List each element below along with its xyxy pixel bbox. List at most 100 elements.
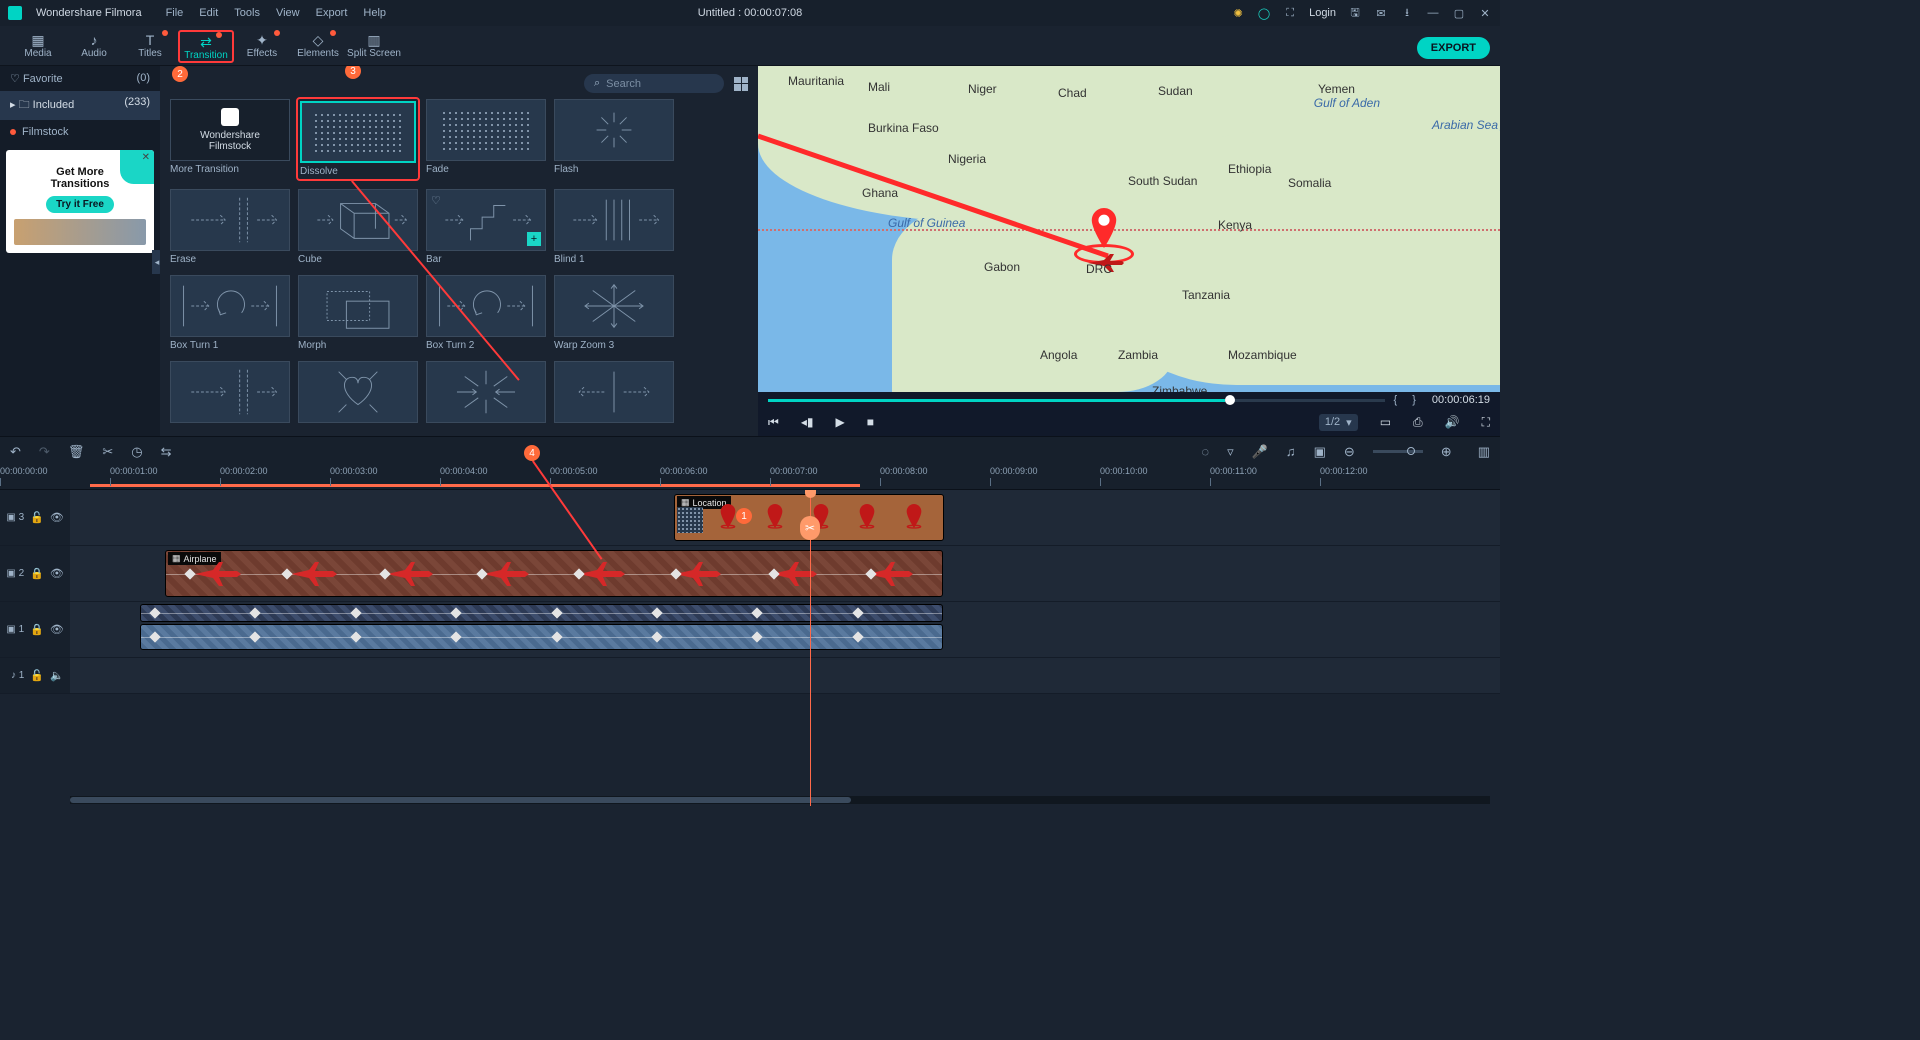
speaker-icon[interactable]: 🔈 [50,669,64,682]
quality-icon[interactable]: ▭ [1380,415,1391,429]
promo-close-icon[interactable]: ✕ [142,152,150,163]
transition-split[interactable] [554,361,674,426]
sidebar-favorite[interactable]: ♡ Favorite (0) [0,66,160,91]
track-body[interactable] [70,658,1500,693]
zoom-out-icon[interactable]: ⊖ [1344,444,1355,460]
transition-erase[interactable] [170,361,290,426]
eye-icon[interactable]: 👁 [50,511,64,524]
menu-view[interactable]: View [276,7,300,19]
tab-elements[interactable]: ◇Elements [290,30,346,63]
lock-icon[interactable]: 🔒 [30,567,44,580]
prev-frame-button[interactable]: ⏮ [768,415,779,430]
fullscreen-icon[interactable]: ⛶ [1482,415,1490,430]
zoom-in-icon[interactable]: ⊕ [1441,444,1452,460]
search-input[interactable]: ⌕ Search [584,74,724,93]
track-head[interactable]: ♪ 1🔓🔈 [0,658,70,693]
transition-thumb [554,361,674,423]
clip-audio[interactable] [140,624,943,650]
tab-titles[interactable]: TTitles [122,30,178,63]
transition-dissolve[interactable]: Dissolve [296,97,420,181]
grid-view-icon[interactable] [734,77,748,91]
transition-blind-1[interactable]: Blind 1 [554,189,674,265]
login-link[interactable]: Login [1309,7,1336,19]
tab-audio[interactable]: ♪Audio [66,30,122,63]
eye-icon[interactable]: 👁 [50,567,64,580]
transition-heart[interactable] [298,361,418,426]
track-head[interactable]: ▣ 2🔒👁 [0,546,70,601]
record-vo-icon[interactable]: 🎤 [1252,444,1268,460]
speed-button[interactable]: ◷ [131,444,142,460]
menu-tools[interactable]: Tools [234,7,260,19]
transition-pinch[interactable] [426,361,546,426]
main-area: ♡ Favorite (0) ▸ 🗀 Included (233) Filmst… [0,66,1500,436]
lock-icon[interactable]: 🔓 [30,669,44,682]
menu-help[interactable]: Help [363,7,386,19]
maximize-icon[interactable]: ▢ [1452,6,1466,20]
transition-cube[interactable]: Cube [298,189,418,265]
track-head[interactable]: ▣ 3🔓👁 [0,490,70,545]
sidebar-filmstock[interactable]: Filmstock [0,120,160,144]
redo-button[interactable]: ↷ [39,444,50,460]
transition-bar[interactable]: ♡+Bar [426,189,546,265]
promo-cta-button[interactable]: Try it Free [46,196,114,213]
transition-flash[interactable]: Flash [554,99,674,179]
marker-icon[interactable]: ▿ [1227,444,1234,460]
clip-airplane[interactable]: ▦Airplane [165,550,943,597]
export-button[interactable]: EXPORT [1417,37,1490,59]
adjust-button[interactable]: ⇆ [161,444,172,460]
headphones-icon[interactable]: ◯ [1257,6,1271,20]
close-icon[interactable]: ✕ [1478,6,1492,20]
clip-audio[interactable] [140,604,943,622]
track-body[interactable]: ▦Location [70,490,1500,545]
zoom-slider[interactable] [1373,450,1423,453]
sun-icon[interactable]: ✺ [1231,6,1245,20]
snapshot-icon[interactable]: ⎙ [1413,415,1423,430]
gift-icon[interactable]: ⛶ [1283,6,1297,20]
step-back-button[interactable]: ◂▮ [801,415,814,429]
tab-media[interactable]: ▦Media [10,30,66,63]
tab-label: Effects [247,48,277,59]
play-button[interactable]: ▶ [835,415,844,429]
track-body[interactable]: ▦Airplane [70,546,1500,601]
split-button[interactable]: ✂ [102,444,113,460]
mail-icon[interactable]: ✉ [1374,6,1388,20]
download-icon[interactable]: ⭳ [1400,6,1414,20]
undo-button[interactable]: ↶ [10,444,21,460]
preview-scale-select[interactable]: 1/2▾ [1319,414,1358,431]
timeline-h-scrollbar[interactable] [70,796,1490,804]
menu-export[interactable]: Export [316,7,348,19]
transition-erase[interactable]: Erase [170,189,290,265]
track-head[interactable]: ▣ 1🔒👁 [0,602,70,657]
menu-file[interactable]: File [166,7,184,19]
tab-transition[interactable]: ⇄Transition [178,30,234,63]
stop-button[interactable]: ■ [867,415,874,429]
transition-fade[interactable]: Fade [426,99,546,179]
minimize-icon[interactable]: — [1426,6,1440,20]
audio-mixer-icon[interactable]: ♫ [1286,444,1296,459]
timeline-settings-icon[interactable]: ▥ [1478,444,1490,460]
tab-effects[interactable]: ✦Effects [234,30,290,63]
crop-icon[interactable]: ▣ [1314,444,1326,460]
sidebar-included[interactable]: ▸ 🗀 Included (233) [0,91,160,120]
tab-split-screen[interactable]: ▥Split Screen [346,30,402,63]
seek-knob[interactable] [1225,395,1235,405]
transition-more-transition[interactable]: WondershareFilmstockMore Transition [170,99,290,179]
transition-warp-zoom-3[interactable]: Warp Zoom 3 [554,275,674,351]
heart-icon[interactable]: ♡ [431,194,441,207]
scissors-icon[interactable]: ✂ [800,516,820,540]
track-body[interactable] [70,602,1500,657]
menu-edit[interactable]: Edit [199,7,218,19]
timeline-ruler[interactable]: 00:00:00:0000:00:01:0000:00:02:0000:00:0… [0,466,1500,490]
seek-bar[interactable]: { } 00:00:06:19 [758,392,1500,408]
add-icon[interactable]: + [527,232,541,246]
delete-button[interactable]: 🗑 [68,444,85,460]
transition-box-turn-1[interactable]: Box Turn 1 [170,275,290,351]
lock-icon[interactable]: 🔓 [30,511,44,524]
lock-icon[interactable]: 🔒 [30,623,44,636]
render-icon[interactable]: ◌ [1201,444,1209,459]
volume-icon[interactable]: 🔊 [1445,415,1460,429]
transition-morph[interactable]: Morph [298,275,418,351]
eye-icon[interactable]: 👁 [50,623,64,636]
playhead[interactable]: ✂ [810,490,811,806]
save-icon[interactable]: 🖫 [1348,6,1362,20]
